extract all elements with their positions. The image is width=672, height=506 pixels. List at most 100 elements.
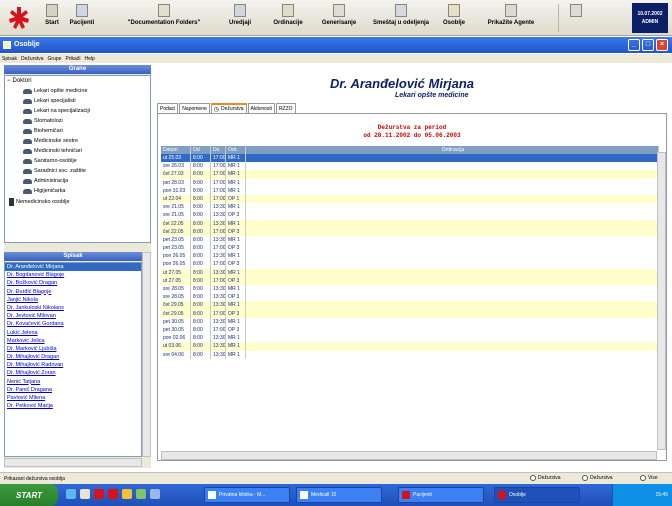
doctor-list-item[interactable]: Dr. Petković Marija [5,402,141,410]
tree-item[interactable]: Lekari na specijalizaciji [23,108,90,114]
toolbar-start-button[interactable]: Start [40,1,64,35]
quicklaunch-icon[interactable] [80,489,90,499]
table-row[interactable]: čet 27.03 8:00 17:00 MR 1 [161,170,659,179]
table-scrollbar[interactable] [657,152,666,450]
doctor-list-item[interactable]: Dr. Jankuloski Nikolaos [5,304,141,312]
tree-item[interactable]: Administracija [23,178,68,184]
table-row[interactable]: pon 02.06 8:00 13:30 MR 1 [161,334,659,343]
doctor-list-item[interactable]: Nenić Tatjana [5,378,141,386]
doctor-list-item[interactable]: Dr. Mihajlović Radovan [5,361,141,369]
toolbar-documentation-button[interactable]: "Documentation Folders" [110,1,218,35]
tree-item[interactable]: Medicinski tehničari [23,148,82,154]
doctor-list-item[interactable]: Dr. Panić Dragana [5,386,141,394]
close-button[interactable]: × [656,39,668,51]
table-row[interactable]: ut 22.04 8:00 17:00 OP 1 [161,194,659,204]
start-button[interactable]: START [0,484,58,506]
table-row[interactable]: sre 04.06 8:00 13:30 MR 1 [161,350,659,359]
table-row[interactable]: sre 28.05 8:00 13:30 OP 3 [161,293,659,302]
maximize-button[interactable]: □ [642,39,654,51]
doctor-list-scrollbar[interactable] [142,252,151,457]
doctor-list-hscrollbar[interactable] [4,458,142,467]
tree-item[interactable]: Lekari specijalisti [23,98,76,104]
taskbar-item-active[interactable]: Osoblje [494,487,580,503]
doctor-list-item[interactable]: Marković Jelica [5,337,141,345]
tree-item[interactable]: Biohemičari [23,128,63,134]
doctor-list-item[interactable]: Dr. Đurđić Blagoje [5,288,141,296]
table-row[interactable]: čet 29.05 8:00 17:00 OP 3 [161,309,659,318]
table-row[interactable]: čet 22.05 8:00 13:30 MR 1 [161,219,659,228]
table-row[interactable]: ut 03.06 8:00 13:30 MR 1 [161,342,659,351]
tree-item-nonmedical[interactable]: Nemedicinsko osoblje [9,198,70,206]
toolbar-wards-button[interactable]: Smeštaj u odeljenja [364,1,438,35]
table-row[interactable]: pet 28.03 8:00 17:00 MR 1 [161,178,659,187]
table-row[interactable]: sre 26.03 8:00 17:00 MR 1 [161,162,659,171]
taskbar-item[interactable]: Privatna klinika - M... [204,487,290,503]
toolbar-staff-button[interactable]: Osoblje [440,1,468,35]
table-row[interactable]: čet 29.05 8:00 13:30 MR 1 [161,301,659,310]
taskbar-item[interactable]: Pacijenti [398,487,484,503]
table-row[interactable]: ut 27.05 8:00 13:30 MR 1 [161,268,659,277]
tab-notes[interactable]: Napomene [179,103,210,113]
col-from[interactable]: Od [191,146,211,154]
toolbar-patients-button[interactable]: Pacijenti [66,1,98,35]
table-row[interactable]: sre 21.05 8:00 13:30 OP 3 [161,211,659,220]
toolbar-generate-button[interactable]: Generisanje [316,1,362,35]
radio-option-3[interactable]: Vise [640,475,658,481]
table-row[interactable]: pet 30.05 8:00 17:00 OP 3 [161,325,659,335]
table-row[interactable]: pon 31.03 8:00 17:00 MR 1 [161,186,659,195]
table-row[interactable]: pet 30.05 8:00 13:30 MR 1 [161,317,659,326]
toolbar-agents-button[interactable]: Prikažite Agente [474,1,548,35]
tree-item[interactable]: Stomatolozi [23,118,63,124]
col-room[interactable]: Ord. [226,146,246,154]
doctor-list-item[interactable]: Janjić Nikola [5,296,141,304]
menu-groups[interactable]: Grupe [48,56,62,62]
quicklaunch-icon[interactable] [150,489,160,499]
table-row[interactable]: sre 21.05 8:00 13:30 MR 1 [161,203,659,212]
tree-item[interactable]: Sanitarno-osoblje [23,158,77,164]
doctor-list-item[interactable]: Dr. Bogdanović Blagoje [5,271,141,279]
table-row[interactable]: pon 26.05 8:00 17:00 OP 3 [161,260,659,269]
col-clinic[interactable]: Ordinacija [246,146,659,154]
doctor-list-item[interactable]: Dr. Mihajlović Zoran [5,369,141,377]
doctor-list-item[interactable]: Dr. Božković Dragan [5,279,141,287]
doctor-list-item[interactable]: Dr. Kovačević Gordana [5,320,141,328]
taskbar-item[interactable]: Medicall 10 [296,487,382,503]
quicklaunch-icon[interactable] [122,489,132,499]
quicklaunch-icon[interactable] [66,489,76,499]
quicklaunch-icon[interactable] [136,489,146,499]
table-row[interactable]: pet 23.05 8:00 13:30 MR 1 [161,235,659,245]
tab-data[interactable]: Podaci [157,103,179,113]
toolbar-extra-button[interactable] [566,1,586,35]
table-row[interactable]: ut 25.03 8:00 17:00 MR 1 [161,154,659,163]
tree-item[interactable]: Lekari opšte medicine [23,88,88,94]
quicklaunch-icon[interactable] [108,489,118,499]
doctor-list-item[interactable]: Lukić Jelena [5,329,141,337]
tree-item[interactable]: Medicinske sestre [23,138,78,144]
quicklaunch-icon[interactable] [94,489,104,499]
doctor-list-item[interactable]: Dr. Jevtović Milovan [5,312,141,320]
table-hscrollbar[interactable] [161,451,657,460]
tab-shifts[interactable]: ◷ Dežurstva [210,103,247,113]
radio-option-1[interactable]: Dežurstva [530,475,561,481]
col-date[interactable]: Datum [161,146,191,154]
table-row[interactable]: pet 23.05 8:00 17:00 OP 3 [161,244,659,253]
doctor-list-item[interactable]: Pavlović Milena [5,394,141,402]
tree-root-doctors[interactable]: − Doktori [7,78,32,84]
radio-option-2[interactable]: Dežurstva [582,475,613,481]
doctor-list-item[interactable]: Dr. Mihajlović Dragan [5,353,141,361]
doctor-list-item[interactable]: Dr. Marković Ljubiša [5,345,141,353]
tab-rzzo[interactable]: RZZO [275,103,296,113]
tree-item[interactable]: Saradnici soc. zaštite [23,168,86,174]
table-row[interactable]: pon 26.05 8:00 13:30 MR 1 [161,252,659,261]
doctor-list-item[interactable]: Dr. Aranđelović Mirjana [5,263,141,272]
toolbar-devices-button[interactable]: Uredjaji [220,1,260,35]
tree-item[interactable]: Higijeničarka [23,188,66,194]
table-row[interactable]: čet 22.05 8:00 17:00 OP 3 [161,227,659,236]
menu-list[interactable]: Spisak [2,56,17,62]
col-to[interactable]: Do [211,146,226,154]
menu-shifts[interactable]: Dežurstva [21,56,44,62]
menu-help[interactable]: Help [84,56,94,62]
tab-activities[interactable]: Aktivnosti [247,103,275,113]
menu-view[interactable]: Prikaži [65,56,80,62]
toolbar-clinics-button[interactable]: Ordinacije [266,1,310,35]
